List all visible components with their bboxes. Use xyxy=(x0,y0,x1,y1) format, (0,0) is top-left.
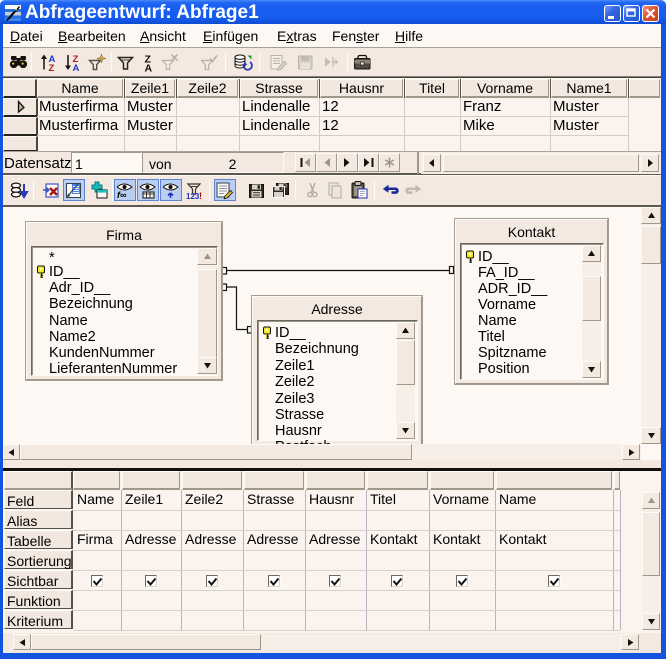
svg-text:!: ! xyxy=(199,191,202,201)
svg-text:f∞: f∞ xyxy=(117,190,127,200)
svg-text:Z: Z xyxy=(49,63,55,73)
svg-text:A: A xyxy=(145,63,153,74)
svg-text:123: 123 xyxy=(186,192,200,201)
svg-text:A: A xyxy=(73,63,80,73)
